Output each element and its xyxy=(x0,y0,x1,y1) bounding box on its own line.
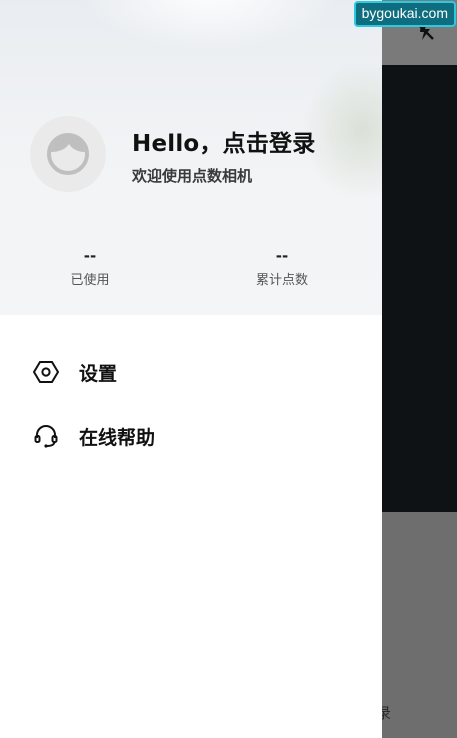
stat-total-points: -- 累计点数 xyxy=(222,246,342,288)
header-decoration xyxy=(80,0,340,50)
stat-used: -- 已使用 xyxy=(30,246,150,288)
navigation-drawer: Hello，点击登录 欢迎使用点数相机 -- 已使用 -- 累计点数 设置 在线… xyxy=(0,0,382,738)
hexagon-settings-icon xyxy=(33,359,59,385)
user-avatar-icon xyxy=(47,133,89,175)
menu-item-settings[interactable]: 设置 xyxy=(0,340,382,404)
welcome-subtitle: 欢迎使用点数相机 xyxy=(132,167,253,185)
menu-item-settings-label: 设置 xyxy=(79,362,118,385)
drawer-header: Hello，点击登录 欢迎使用点数相机 -- 已使用 -- 累计点数 xyxy=(0,0,382,315)
watermark: bygoukai.com xyxy=(353,1,456,27)
avatar[interactable] xyxy=(30,116,106,192)
drawer-menu: 设置 在线帮助 xyxy=(0,340,382,468)
login-prompt[interactable]: Hello，点击登录 xyxy=(132,124,315,158)
stat-used-label: 已使用 xyxy=(70,273,110,288)
menu-item-online-help[interactable]: 在线帮助 xyxy=(0,404,382,468)
stat-total-points-value: -- xyxy=(275,247,289,265)
headset-icon xyxy=(33,423,59,449)
menu-item-online-help-label: 在线帮助 xyxy=(79,426,156,449)
stat-used-value: -- xyxy=(83,247,97,265)
stat-total-points-label: 累计点数 xyxy=(255,273,308,288)
screen: 录 bygoukai.com Hello，点击登录 欢迎使用点数相机 -- 已使… xyxy=(0,0,457,738)
